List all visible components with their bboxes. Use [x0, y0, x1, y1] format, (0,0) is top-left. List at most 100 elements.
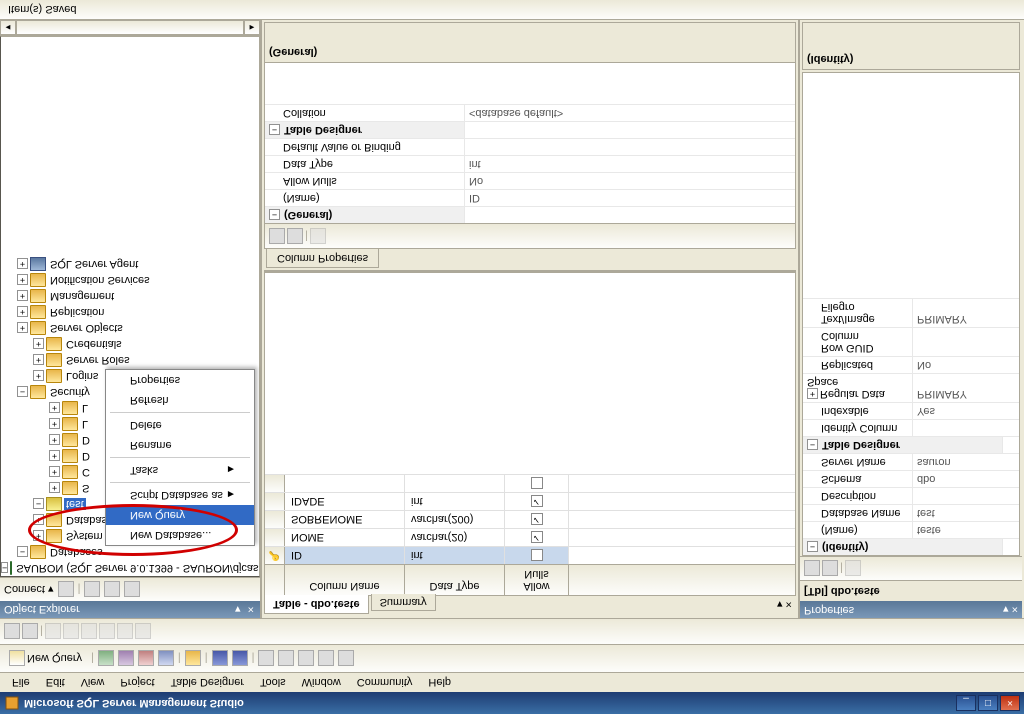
menu-refresh[interactable]: Refresh: [106, 390, 254, 410]
tb2-icon-6[interactable]: [99, 624, 115, 640]
tree-toggle[interactable]: +: [33, 515, 44, 526]
tree-toggle[interactable]: +: [17, 259, 28, 270]
cp-icon-3[interactable]: [310, 228, 326, 244]
row-header[interactable]: [265, 529, 285, 546]
tab-summary[interactable]: Summary: [371, 594, 436, 611]
pp-category-table-designer[interactable]: −Table Designer: [803, 437, 1003, 453]
pp-pin-icon[interactable]: ▾: [1003, 603, 1009, 615]
tree-toggle[interactable]: −: [17, 547, 28, 558]
pp-value[interactable]: teste: [913, 522, 1019, 538]
cp-value[interactable]: int: [465, 156, 795, 172]
menu-delete[interactable]: Delete: [106, 415, 254, 435]
cp-value[interactable]: [465, 139, 795, 155]
tree-toggle[interactable]: +: [17, 323, 28, 334]
column-properties-tab[interactable]: Column Properties: [266, 249, 379, 268]
oe-tb-icon-3[interactable]: [104, 582, 120, 598]
oe-tb-icon-2[interactable]: [84, 582, 100, 598]
test-db-node[interactable]: test: [64, 498, 86, 510]
menu-window[interactable]: Window: [294, 675, 349, 691]
tb2-icon-5[interactable]: [81, 624, 97, 640]
close-button[interactable]: ×: [1000, 695, 1020, 711]
menu-view[interactable]: View: [73, 675, 113, 691]
pp-value[interactable]: PRIMARY: [913, 374, 1019, 402]
cell-name[interactable]: ID: [285, 547, 405, 564]
row-header[interactable]: [265, 511, 285, 528]
allow-nulls-checkbox[interactable]: [531, 478, 543, 490]
cell-type[interactable]: int: [405, 547, 505, 564]
pp-value[interactable]: test: [913, 505, 1019, 521]
properties-grid[interactable]: −(Identity) (Name)testeDatabase Nametest…: [802, 72, 1020, 556]
cp-az-icon[interactable]: [287, 228, 303, 244]
sub-node[interactable]: S: [80, 482, 91, 494]
table-row[interactable]: 🔑 ID int: [265, 546, 795, 564]
cell-type[interactable]: varchar(20): [405, 529, 505, 546]
tb2-icon-8[interactable]: [135, 624, 151, 640]
toolbar-icon-1[interactable]: [98, 651, 114, 667]
open-icon[interactable]: [185, 651, 201, 667]
pp-value[interactable]: PRIMARY: [913, 299, 1019, 327]
table-row[interactable]: NOME varchar(20) ✓: [265, 528, 795, 546]
col-header-type[interactable]: Data Type: [405, 565, 505, 595]
logins-node[interactable]: Logins: [64, 370, 100, 382]
cell-name[interactable]: SOBRENOME: [285, 511, 405, 528]
management-node[interactable]: Management: [48, 290, 116, 302]
cp-category-table-designer[interactable]: −Table Designer: [265, 122, 465, 138]
sub-node[interactable]: D: [80, 434, 92, 446]
allow-nulls-checkbox[interactable]: ✓: [531, 532, 543, 544]
cp-value[interactable]: ID: [465, 190, 795, 206]
pp-categorized-icon[interactable]: [804, 561, 820, 577]
tb2-icon-2[interactable]: [22, 624, 38, 640]
tree-toggle[interactable]: +: [33, 355, 44, 366]
tree-toggle[interactable]: +: [33, 531, 44, 542]
menu-community[interactable]: Community: [349, 675, 421, 691]
notification-services-node[interactable]: Notification Services: [48, 274, 152, 286]
pp-value[interactable]: sauron: [913, 454, 1019, 470]
tb2-icon-7[interactable]: [117, 624, 133, 640]
row-header[interactable]: [265, 493, 285, 510]
toolbar-icon-4[interactable]: [158, 651, 174, 667]
server-objects-node[interactable]: Server Objects: [48, 322, 125, 334]
pp-icon-3[interactable]: [845, 561, 861, 577]
maximize-button[interactable]: □: [978, 695, 998, 711]
credentials-node[interactable]: Credentials: [64, 338, 124, 350]
tree-toggle[interactable]: +: [33, 371, 44, 382]
menu-new-database[interactable]: New Database...: [106, 525, 254, 545]
tree-toggle[interactable]: −: [17, 387, 28, 398]
oe-tb-icon-1[interactable]: [58, 582, 74, 598]
table-row[interactable]: IDADE int ✓: [265, 492, 795, 510]
allow-nulls-checkbox[interactable]: [531, 550, 543, 562]
menu-script-database[interactable]: Script Database as▶: [106, 485, 254, 505]
tabs-menu-icon[interactable]: ▾ ×: [773, 596, 796, 613]
menu-project[interactable]: Project: [112, 675, 162, 691]
pp-value[interactable]: [913, 420, 1019, 436]
oe-pin-icon[interactable]: ▾: [233, 603, 243, 615]
menu-new-query[interactable]: New Query: [106, 505, 254, 525]
tree-toggle[interactable]: +: [49, 451, 60, 462]
menu-tasks[interactable]: Tasks▶: [106, 460, 254, 480]
server-node[interactable]: SAURON (SQL Server 9.0.1399 - SAURON/djc…: [14, 562, 260, 574]
tree-toggle[interactable]: −: [33, 499, 44, 510]
tree-toggle[interactable]: +: [33, 339, 44, 350]
allow-nulls-checkbox[interactable]: ✓: [531, 514, 543, 526]
menu-table-designer[interactable]: Table Designer: [163, 675, 252, 691]
toolbar-icon-2[interactable]: [118, 651, 134, 667]
row-header[interactable]: 🔑: [265, 547, 285, 564]
databases-node[interactable]: Databases: [48, 546, 105, 558]
cell-name[interactable]: NOME: [285, 529, 405, 546]
tab-table[interactable]: Table - dbo.teste: [264, 595, 369, 614]
menu-properties[interactable]: Properties: [106, 370, 254, 390]
cell-name[interactable]: IDADE: [285, 493, 405, 510]
scroll-right-icon[interactable]: ►: [244, 20, 260, 35]
menu-rename[interactable]: Rename: [106, 435, 254, 455]
pp-category-identity[interactable]: −(Identity): [803, 539, 1003, 555]
cell-type[interactable]: int: [405, 493, 505, 510]
toolbar-icon-9[interactable]: [338, 651, 354, 667]
oe-close-icon[interactable]: ×: [246, 603, 256, 615]
tree-toggle[interactable]: +: [17, 275, 28, 286]
table-row[interactable]: SOBRENOME varchar(200) ✓: [265, 510, 795, 528]
tree-toggle[interactable]: +: [49, 435, 60, 446]
pp-value[interactable]: dbo: [913, 471, 1019, 487]
menu-edit[interactable]: Edit: [38, 675, 73, 691]
col-header-name[interactable]: Column Name: [285, 565, 405, 595]
tree-toggle[interactable]: +: [49, 467, 60, 478]
